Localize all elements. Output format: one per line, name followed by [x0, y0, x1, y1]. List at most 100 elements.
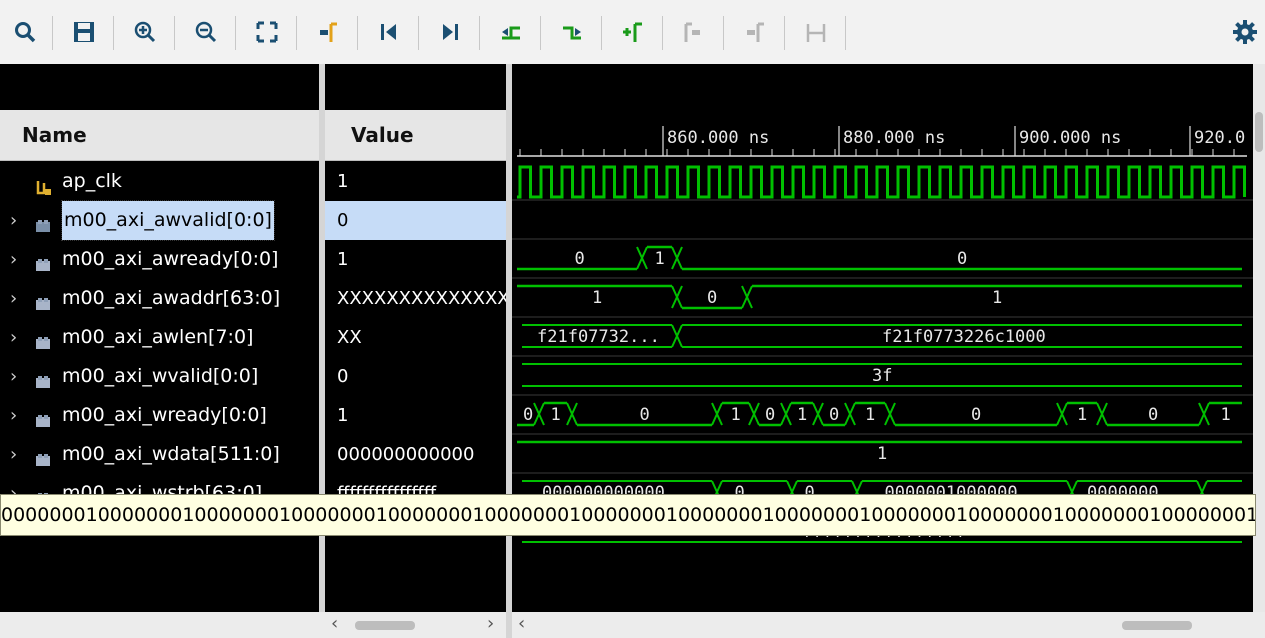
signal-row-name[interactable]: › m00_axi_wready[0:0]	[0, 396, 319, 435]
signal-value-cell[interactable]: 0	[325, 357, 506, 396]
bus-value-label: 0	[707, 288, 717, 308]
name-column-header[interactable]: Name	[0, 110, 319, 161]
timeline-label: 880.000 ns	[843, 128, 945, 148]
go-to-last-time-icon[interactable]	[433, 14, 467, 50]
signal-value-cell[interactable]: 1	[325, 240, 506, 279]
bus-value-label: f21f0773226c1000	[882, 327, 1046, 347]
zoom-out-icon[interactable]	[189, 14, 223, 50]
vertical-scroll-thumb[interactable]	[1255, 112, 1263, 152]
next-marker-icon[interactable]	[738, 14, 772, 50]
signal-value-cell[interactable]: 0	[325, 201, 506, 240]
clock-signal-icon	[34, 172, 54, 195]
bus-value-label: 3f	[872, 366, 892, 386]
value-header-label: Value	[351, 123, 414, 147]
value-tooltip: 0000000100000001000000010000000100000001…	[0, 494, 1256, 536]
signal-value-text: 0	[337, 210, 349, 231]
go-to-time-zero-icon[interactable]	[372, 14, 406, 50]
save-icon[interactable]	[67, 14, 101, 50]
scroll-left-icon[interactable]: ‹	[331, 613, 338, 634]
scroll-right-icon[interactable]: ›	[487, 613, 494, 634]
signal-value-text: XX	[337, 327, 362, 348]
signal-value-cell[interactable]: XX	[325, 318, 506, 357]
timeline-label: 920.0	[1194, 128, 1245, 148]
bus-value-label: 0	[640, 405, 650, 425]
timeline-label: 860.000 ns	[667, 128, 769, 148]
bus-signal-icon	[34, 250, 54, 271]
bus-transition	[748, 402, 760, 426]
search-icon[interactable]	[8, 14, 42, 50]
bus-value-label: 1	[865, 405, 875, 425]
zoom-fit-icon[interactable]	[250, 14, 284, 50]
add-marker-icon[interactable]	[616, 14, 650, 50]
value-column-header[interactable]: Value	[325, 110, 506, 161]
wave-scroll-left-icon[interactable]: ‹	[518, 613, 525, 634]
bus-transition	[566, 402, 578, 426]
bus-value-label: 0	[523, 405, 533, 425]
bus-signal-icon	[34, 289, 54, 310]
expand-chevron-icon[interactable]: ›	[10, 240, 17, 279]
name-header-label: Name	[22, 123, 87, 147]
next-transition-icon[interactable]	[555, 14, 589, 50]
bus-value-label: f21f07732...	[537, 327, 660, 347]
signal-value-text: 1	[337, 405, 349, 426]
signal-name-label: m00_axi_wready[0:0]	[62, 404, 267, 426]
expand-chevron-icon[interactable]: ›	[10, 357, 17, 396]
bus-signal-icon	[34, 211, 54, 232]
signal-row-name[interactable]: ap_clk	[0, 162, 319, 201]
previous-transition-icon[interactable]	[494, 14, 528, 50]
signal-row-name[interactable]: › m00_axi_awready[0:0]	[0, 240, 319, 279]
signal-value-text: 0	[337, 366, 349, 387]
waveform-toolbar	[0, 0, 1265, 65]
bus-transition	[844, 402, 856, 426]
expand-chevron-icon[interactable]: ›	[10, 435, 17, 474]
expand-chevron-icon[interactable]: ›	[10, 279, 17, 318]
signal-value-cell[interactable]: 1	[325, 162, 506, 201]
bus-value-label: 1	[551, 405, 561, 425]
bus-value-label: 1	[797, 405, 807, 425]
wave-horizontal-scrollbar[interactable]: ‹	[512, 612, 1265, 638]
bus-transition	[780, 402, 792, 426]
signal-row-name[interactable]: › m00_axi_wdata[511:0]	[0, 435, 319, 474]
signal-value-text: XXXXXXXXXXXXXXXX	[337, 288, 506, 309]
bus-value-label: 0	[957, 249, 967, 269]
signal-value-cell[interactable]: XXXXXXXXXXXXXXXX	[325, 279, 506, 318]
expand-chevron-icon[interactable]: ›	[10, 201, 17, 240]
bus-value-label: 1	[731, 405, 741, 425]
bus-value-label: 0	[575, 249, 585, 269]
zoom-in-icon[interactable]	[128, 14, 162, 50]
expand-chevron-icon[interactable]: ›	[10, 396, 17, 435]
value-scroll-thumb[interactable]	[355, 621, 415, 630]
bus-value-label: 0	[971, 405, 981, 425]
bus-value-label: 1	[877, 444, 887, 464]
previous-marker-icon[interactable]	[677, 14, 711, 50]
signal-row-name[interactable]: › m00_axi_awvalid[0:0]	[0, 200, 319, 241]
timeline-label: 900.000 ns	[1019, 128, 1121, 148]
swap-cursors-icon[interactable]	[799, 14, 833, 50]
clock-waveform	[517, 165, 1246, 199]
go-to-cursor-icon[interactable]	[311, 14, 345, 50]
gear-icon[interactable]	[1228, 14, 1262, 50]
bus-signal-icon	[34, 328, 54, 349]
bus-value-label: 0	[829, 405, 839, 425]
signal-name-label: m00_axi_awready[0:0]	[62, 248, 279, 270]
signal-value-cell[interactable]: 1	[325, 396, 506, 435]
signal-row-name[interactable]: › m00_axi_awlen[7:0]	[0, 318, 319, 357]
signal-name-label: m00_axi_awaddr[63:0]	[62, 287, 281, 309]
bus-transition	[636, 246, 648, 270]
bus-transition	[671, 324, 683, 348]
expand-chevron-icon[interactable]: ›	[10, 318, 17, 357]
signal-value-cell[interactable]: 000000000000	[325, 435, 506, 474]
signal-value-text: 000000000000	[337, 444, 475, 465]
signal-value-text: 1	[337, 249, 349, 270]
wave-scroll-thumb[interactable]	[1122, 621, 1192, 630]
signal-value-text: 1	[337, 171, 349, 192]
value-horizontal-scrollbar[interactable]: ‹ ›	[325, 612, 506, 638]
signal-name-label: m00_axi_wvalid[0:0]	[62, 365, 259, 387]
bus-transition	[884, 402, 896, 426]
signal-row-name[interactable]: › m00_axi_wvalid[0:0]	[0, 357, 319, 396]
bus-value-label: 1	[1077, 405, 1087, 425]
signal-row-name[interactable]: › m00_axi_awaddr[63:0]	[0, 279, 319, 318]
bus-signal-icon	[34, 406, 54, 427]
bus-value-label: 1	[1221, 405, 1231, 425]
bus-transition	[1198, 402, 1210, 426]
